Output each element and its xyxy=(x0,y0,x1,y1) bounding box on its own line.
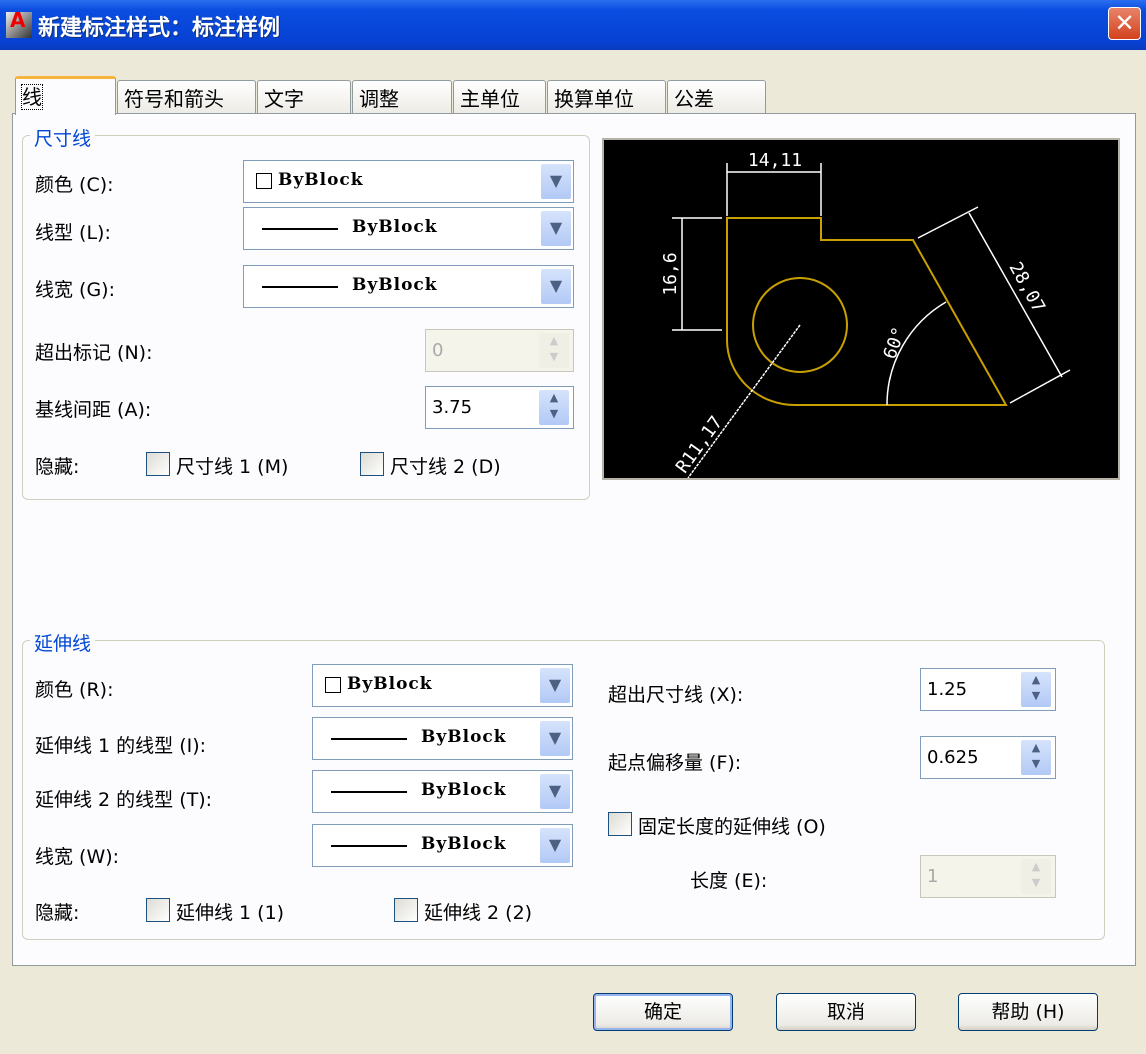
spinner-arrows-icon[interactable]: ▲ ▼ xyxy=(539,390,569,425)
tab-fit[interactable]: 调整 xyxy=(352,80,452,114)
suppress-ext-line1-checkbox[interactable] xyxy=(146,898,170,922)
suppress-dim-line1-label[interactable]: 尺寸线 1 (M) xyxy=(176,452,288,479)
window-title: 新建标注样式：标注样例 xyxy=(38,16,281,41)
baseline-spacing-spinner[interactable]: 3.75 ▲ ▼ xyxy=(425,386,574,429)
ext-lineweight-label: 线宽 (W): xyxy=(35,846,120,868)
ext-suppress-label: 隐藏: xyxy=(35,902,80,924)
dim-radius-text: R11,17 xyxy=(672,412,727,477)
ext-lt2-select[interactable]: ByBlock ▼ xyxy=(312,770,573,813)
dim-lines-legend: 尺寸线 xyxy=(30,124,96,151)
ext-color-select[interactable]: ByBlock ▼ xyxy=(312,664,573,707)
chevron-down-icon[interactable]: ▼ xyxy=(541,164,571,199)
dim-color-select[interactable]: ByBlock ▼ xyxy=(243,160,574,203)
line-sample xyxy=(331,791,407,793)
suppress-dim-line1-checkbox[interactable] xyxy=(146,452,170,476)
dim-left-text: 16,6 xyxy=(660,252,681,295)
cancel-button[interactable]: 取消 xyxy=(776,993,916,1031)
offset-origin-spinner[interactable]: 0.625 ▲ ▼ xyxy=(920,736,1056,779)
suppress-dim-line2-checkbox[interactable] xyxy=(360,452,384,476)
dim-angle-text: 60° xyxy=(879,324,910,362)
ok-button[interactable]: 确定 xyxy=(593,993,733,1031)
baseline-spacing-label: 基线间距 (A): xyxy=(35,399,152,421)
ext-lines-legend: 延伸线 xyxy=(30,629,96,656)
tab-alternate-units[interactable]: 换算单位 xyxy=(547,80,666,114)
autocad-app-icon: A xyxy=(6,8,32,38)
dim-linetype-select[interactable]: ByBlock ▼ xyxy=(243,207,574,250)
spinner-arrows-icon[interactable]: ▲ ▼ xyxy=(1021,740,1051,775)
extend-beyond-spinner[interactable]: 1.25 ▲ ▼ xyxy=(920,668,1056,711)
tab-symbols-arrows[interactable]: 符号和箭头 xyxy=(117,80,256,114)
ext-color-label: 颜色 (R): xyxy=(35,679,114,701)
tab-lines[interactable]: 线 xyxy=(15,76,116,115)
chevron-down-icon[interactable]: ▼ xyxy=(541,269,571,304)
ext-lineweight-select[interactable]: ByBlock ▼ xyxy=(312,824,573,867)
extend-ticks-label: 超出标记 (N): xyxy=(35,342,153,364)
chevron-down-icon[interactable]: ▼ xyxy=(540,721,570,756)
length-spinner[interactable]: 1 ▲ ▼ xyxy=(920,855,1056,898)
fixed-length-label[interactable]: 固定长度的延伸线 (O) xyxy=(638,812,826,839)
chevron-down-icon[interactable]: ▼ xyxy=(541,211,571,246)
dim-color-label: 颜色 (C): xyxy=(35,174,114,196)
spinner-arrows-icon[interactable]: ▲ ▼ xyxy=(539,333,569,368)
dim-suppress-label: 隐藏: xyxy=(35,456,80,478)
suppress-ext-line1-label[interactable]: 延伸线 1 (1) xyxy=(176,898,284,925)
dim-linetype-label: 线型 (L): xyxy=(35,222,111,244)
preview-drawing: 14,11 16,6 28,07 60° R11,17 xyxy=(660,150,1071,478)
spinner-arrows-icon[interactable]: ▲ ▼ xyxy=(1021,672,1051,707)
suppress-ext-line2-checkbox[interactable] xyxy=(394,898,418,922)
tab-text[interactable]: 文字 xyxy=(257,80,351,114)
spinner-arrows-icon[interactable]: ▲ ▼ xyxy=(1021,859,1051,894)
dim-lineweight-label: 线宽 (G): xyxy=(35,279,115,301)
part-outline xyxy=(726,217,1008,406)
chevron-down-icon[interactable]: ▼ xyxy=(540,828,570,863)
extend-beyond-label: 超出尺寸线 (X): xyxy=(608,684,744,706)
close-button[interactable]: ✕ xyxy=(1108,7,1141,40)
color-swatch xyxy=(256,173,272,189)
chevron-down-icon[interactable]: ▼ xyxy=(540,668,570,703)
suppress-ext-line2-label[interactable]: 延伸线 2 (2) xyxy=(424,898,532,925)
color-swatch xyxy=(325,677,341,693)
line-sample xyxy=(262,286,338,288)
offset-origin-label: 起点偏移量 (F): xyxy=(608,752,742,774)
ext-lt1-select[interactable]: ByBlock ▼ xyxy=(312,717,573,760)
tab-tolerances[interactable]: 公差 xyxy=(667,80,766,114)
line-sample xyxy=(331,738,407,740)
tab-primary-units[interactable]: 主单位 xyxy=(453,80,546,114)
help-button[interactable]: 帮助 (H) xyxy=(958,993,1098,1031)
line-sample xyxy=(331,845,407,847)
ext-lt1-label: 延伸线 1 的线型 (I): xyxy=(35,735,207,757)
line-sample xyxy=(262,228,338,230)
suppress-dim-line2-label[interactable]: 尺寸线 2 (D) xyxy=(390,452,501,479)
dim-top-text: 14,11 xyxy=(748,150,802,171)
length-label: 长度 (E): xyxy=(690,870,768,892)
extend-ticks-spinner[interactable]: 0 ▲ ▼ xyxy=(425,329,574,372)
fixed-length-checkbox[interactable] xyxy=(608,812,632,836)
chevron-down-icon[interactable]: ▼ xyxy=(540,774,570,809)
ext-lt2-label: 延伸线 2 的线型 (T): xyxy=(35,789,213,811)
dim-lineweight-select[interactable]: ByBlock ▼ xyxy=(243,265,574,308)
